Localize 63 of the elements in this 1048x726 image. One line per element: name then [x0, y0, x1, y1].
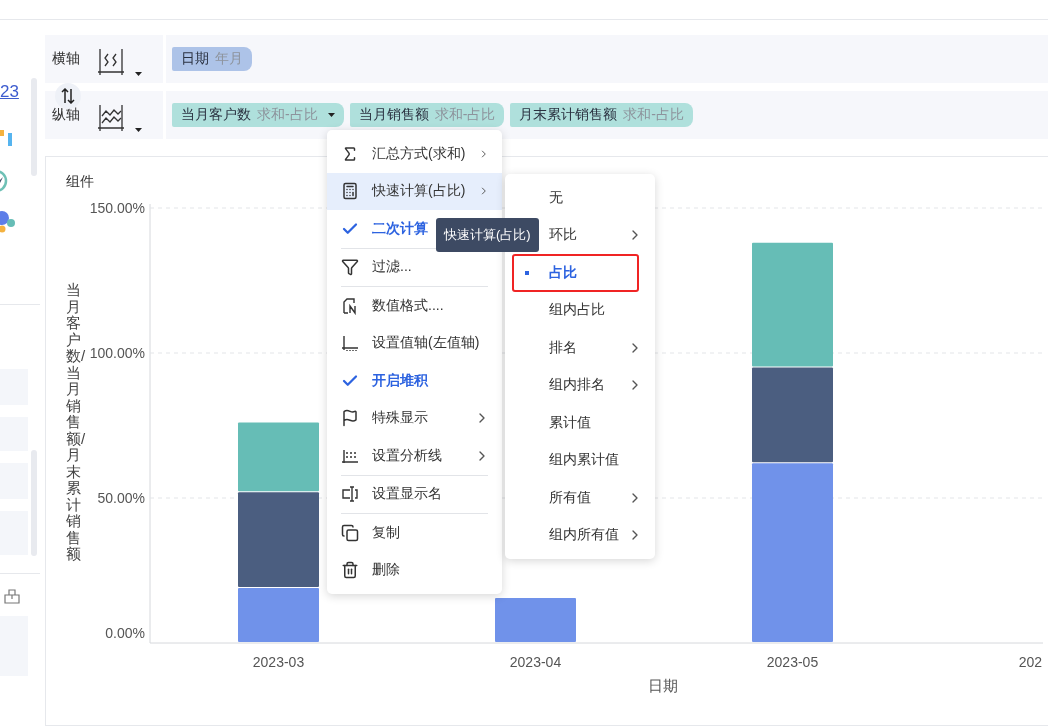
menu-item[interactable]: 特殊显示	[327, 399, 502, 437]
rename-icon	[341, 485, 359, 504]
menu-item[interactable]: 设置显示名	[327, 475, 502, 513]
y-tick-label: 100.00%	[89, 345, 145, 361]
menu-item[interactable]: 所有值	[505, 479, 655, 517]
tooltip: 快速计算(占比)	[436, 218, 539, 252]
x-tick-label: 2023-05	[766, 654, 819, 670]
menu-item[interactable]: 删除	[327, 551, 502, 589]
field-aggregation: 求和-占比	[257, 106, 318, 124]
menu-item[interactable]: 快速计算(占比)	[327, 172, 502, 210]
menu-item[interactable]: 数值格式....	[327, 287, 502, 325]
menu-item[interactable]: 开启堆积	[327, 362, 502, 400]
menu-item[interactable]: 汇总方式(求和)	[327, 135, 502, 173]
menu-item[interactable]: 设置分析线	[327, 437, 502, 475]
swap-icon	[61, 88, 75, 104]
x-tick-label: 202	[1018, 654, 1042, 670]
bar-chart-icon[interactable]	[0, 128, 14, 146]
calculator-icon	[341, 182, 359, 201]
caret-icon	[327, 113, 335, 117]
y-tick-label: 150.00%	[89, 200, 145, 216]
chart-type-label[interactable]: 23	[0, 82, 19, 106]
caret-icon	[135, 72, 142, 76]
x-tick-label: 2023-04	[509, 654, 562, 670]
menu-item[interactable]: 无	[505, 179, 655, 217]
menu-item[interactable]: 组内排名	[505, 366, 655, 404]
hierarchy-icon[interactable]	[4, 588, 20, 604]
number-format-icon	[341, 296, 359, 315]
axis-icon	[341, 334, 359, 353]
field-name: 月末累计销售额	[519, 106, 618, 124]
menu-item[interactable]: 设置值轴(左值轴)	[327, 324, 502, 362]
axis-wave-icon	[97, 48, 125, 76]
menu-item[interactable]: 占比	[512, 254, 639, 292]
copy-icon	[341, 523, 359, 542]
menu-item[interactable]: 组内所有值	[505, 516, 655, 554]
trash-icon	[341, 561, 359, 580]
flag-icon	[341, 409, 359, 428]
field-name: 当月客户数	[181, 106, 251, 124]
swap-axes-button[interactable]	[55, 83, 81, 109]
field-aggregation: 求和-占比	[623, 106, 684, 124]
x-axis-title: 日期	[648, 677, 678, 694]
menu-item[interactable]: 累计值	[505, 404, 655, 442]
menu-item[interactable]: 组内占比	[505, 291, 655, 329]
field-aggregation: 年月	[215, 50, 243, 68]
field-pill[interactable]: 月末累计销售额 求和-占比	[510, 103, 693, 127]
field-pill[interactable]: 当月客户数 求和-占比	[172, 103, 344, 127]
axis-line-icon	[97, 104, 125, 132]
y-tick-label: 50.00%	[97, 490, 145, 506]
axis-label: 横轴	[51, 50, 81, 68]
caret-icon	[135, 128, 142, 132]
menu-item[interactable]: 排名	[505, 329, 655, 367]
filter-icon	[341, 258, 359, 277]
card-title: 组件	[66, 173, 94, 191]
menu-item[interactable]: 复制	[327, 514, 502, 552]
field-pill[interactable]: 当月销售额 求和-占比	[349, 103, 505, 127]
y-tick-label: 0.00%	[105, 625, 145, 641]
axis-label: 纵轴	[51, 106, 81, 124]
field-name: 日期	[181, 50, 209, 68]
menu-item[interactable]: 组内累计值	[505, 441, 655, 479]
x-tick-label: 2023-03	[252, 654, 305, 670]
bubble-icon[interactable]	[0, 210, 16, 234]
field-pill[interactable]: 日期 年月	[172, 47, 252, 71]
field-aggregation: 求和-占比	[434, 106, 496, 124]
field-name: 当月销售额	[358, 106, 429, 124]
